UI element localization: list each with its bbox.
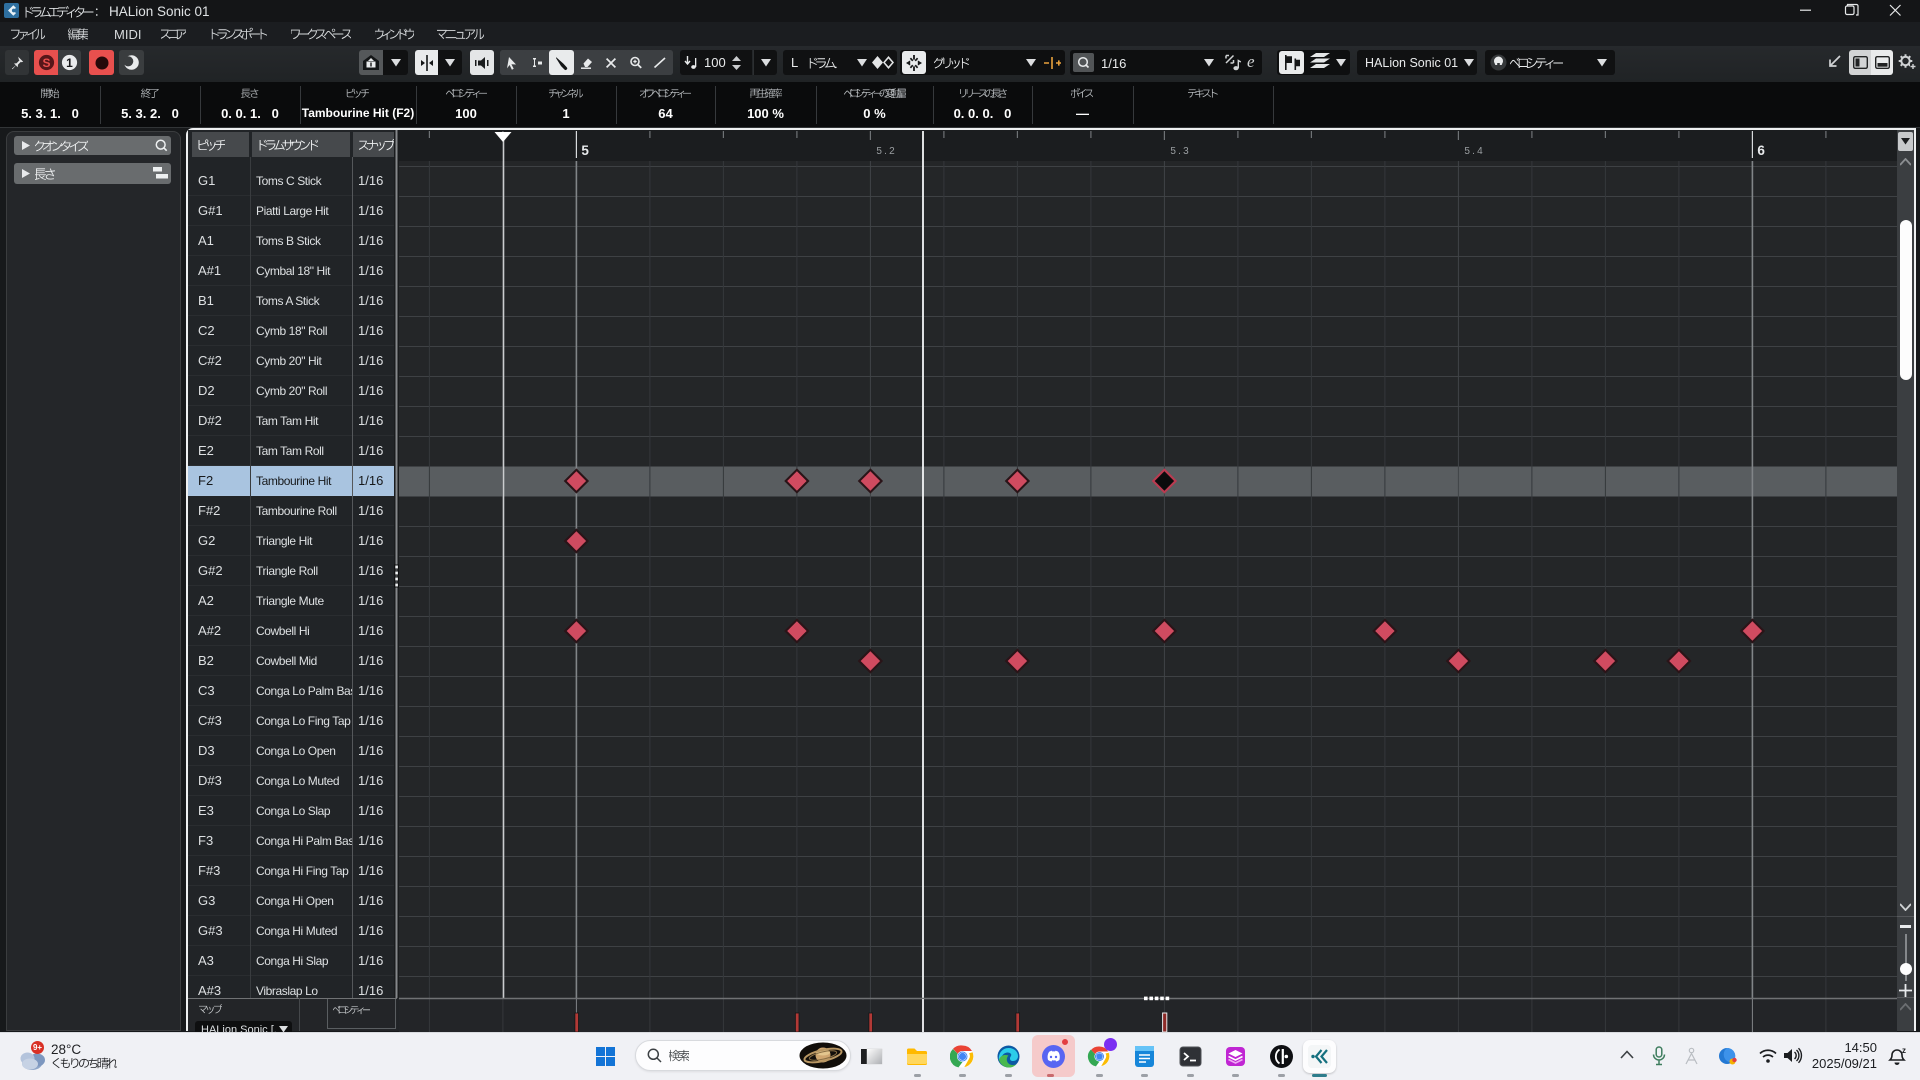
svg-text:z: z	[1902, 1046, 1906, 1055]
svg-text:1: 1	[66, 56, 73, 70]
svg-text:5.2: 5.2	[876, 146, 897, 157]
svg-text:5.4: 5.4	[1464, 146, 1485, 157]
svg-text:5: 5	[581, 143, 589, 158]
svg-text:S: S	[42, 56, 50, 70]
svg-text:5.3: 5.3	[1170, 146, 1191, 157]
svg-text:6: 6	[1757, 143, 1765, 158]
